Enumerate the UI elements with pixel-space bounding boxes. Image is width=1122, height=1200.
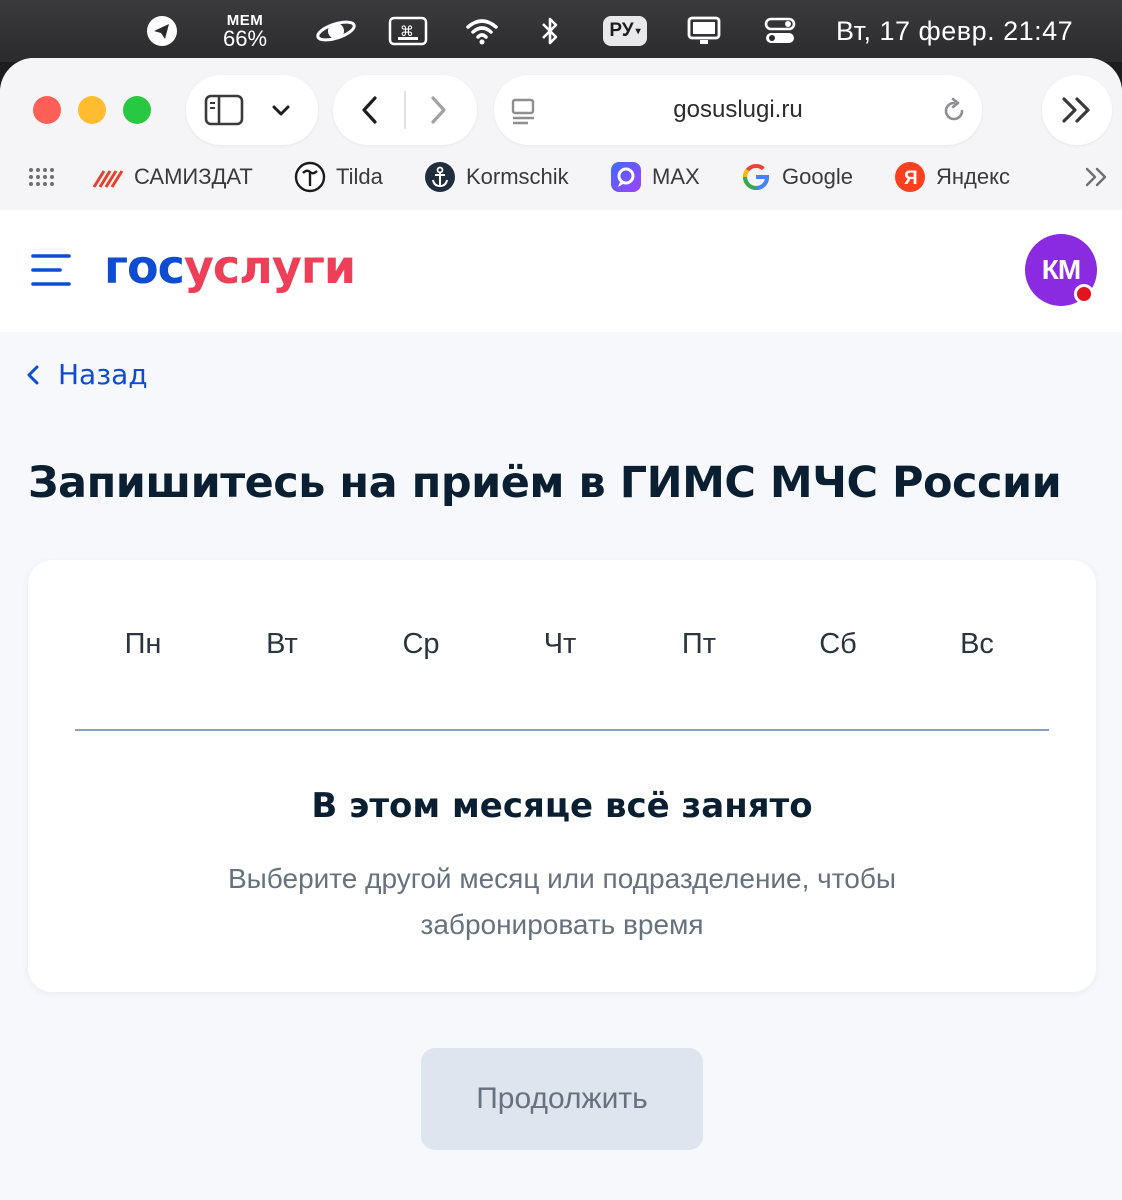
input-language-label: РУ [609, 20, 634, 41]
weekday-label: Вт [266, 628, 298, 660]
back-nav-icon[interactable] [357, 94, 383, 130]
bookmarks-overflow-icon[interactable] [1084, 154, 1112, 200]
address-bar[interactable]: gosuslugi.ru [494, 75, 982, 145]
weekday-label: Сб [819, 628, 857, 660]
telegram-icon[interactable] [140, 0, 184, 62]
google-icon [740, 161, 772, 193]
menubar-clock[interactable]: Вт, 17 февр. 21:47 [836, 0, 1092, 62]
url-text: gosuslugi.ru [673, 96, 803, 123]
back-link-label: Назад [58, 358, 148, 391]
bookmark-samizdat[interactable]: САМИЗДАТ [92, 154, 253, 200]
gosuslugi-logo[interactable]: госуслуги [104, 240, 356, 294]
bookmark-label: Яндекс [936, 164, 1010, 189]
browser-toolbar: gosuslugi.ru САМИЗДАТ Tilda Kormschik MA… [0, 58, 1122, 210]
macos-menu-bar: MEM 66% ⌘ РУ ▾ Вт, 17 февр. 21:47 [0, 0, 1122, 62]
bookmark-label: MAX [652, 164, 700, 189]
weekday-label: Пн [124, 628, 162, 660]
bookmark-label: Google [782, 164, 853, 189]
memory-value: 66% [222, 25, 268, 51]
empty-state-line: Выберите другой месяц или подразделение,… [227, 863, 897, 894]
weekday-label: Чт [543, 628, 577, 660]
calendar-card: Пн Вт Ср Чт Пт Сб Вс В этом месяце всё з… [28, 560, 1096, 992]
weekday-label: Ср [402, 628, 440, 660]
anchor-icon [424, 161, 456, 193]
wifi-icon[interactable] [460, 0, 504, 62]
continue-button[interactable]: Продолжить [421, 1048, 703, 1150]
reload-icon[interactable] [940, 97, 968, 129]
more-tools-button[interactable] [1042, 75, 1112, 145]
bookmark-label: Tilda [336, 164, 383, 189]
bookmark-google[interactable]: Google [740, 154, 853, 200]
bookmark-kormschik[interactable]: Kormschik [424, 154, 569, 200]
tilda-icon [294, 161, 326, 193]
command-key-icon[interactable]: ⌘ [386, 0, 430, 62]
weekday-label: Пт [681, 628, 717, 660]
web-page: госуслуги КМ Назад Запишитесь на приём в… [0, 210, 1122, 1200]
zoom-window-button[interactable] [123, 96, 151, 124]
double-chevron-icon [1060, 95, 1096, 129]
calendar-divider [75, 729, 1049, 731]
display-icon[interactable] [684, 0, 724, 62]
minimize-window-button[interactable] [78, 96, 106, 124]
chevron-left-icon [27, 365, 39, 384]
empty-state-description: Выберите другой месяц или подразделение,… [138, 856, 986, 948]
samizdat-icon [92, 161, 124, 193]
logo-part-gos: гос [104, 240, 185, 294]
navigation-group [333, 75, 477, 145]
chevron-down-icon[interactable] [270, 99, 292, 125]
avatar-initials: КМ [1041, 254, 1081, 285]
bookmark-label: САМИЗДАТ [134, 164, 253, 189]
bookmark-yandex[interactable]: Я Яндекс [894, 154, 1010, 200]
bookmarks-bar: САМИЗДАТ Tilda Kormschik MAX Google Я Ян… [0, 154, 1122, 204]
nav-divider [404, 91, 406, 129]
forward-nav-icon[interactable] [425, 94, 451, 130]
max-icon [610, 161, 642, 193]
sidebar-icon[interactable] [204, 94, 244, 130]
empty-state-line: забронировать время [420, 909, 704, 940]
bluetooth-icon[interactable] [530, 0, 570, 62]
back-link[interactable]: Назад [26, 358, 148, 391]
yandex-icon: Я [894, 161, 926, 193]
bookmark-tilda[interactable]: Tilda [294, 154, 383, 200]
browser-window: gosuslugi.ru САМИЗДАТ Tilda Kormschik MA… [0, 58, 1122, 1200]
notification-dot [1074, 284, 1094, 304]
input-language-indicator[interactable]: РУ ▾ [602, 0, 648, 62]
empty-state-title: В этом месяце всё занято [311, 786, 813, 826]
bookmark-max[interactable]: MAX [610, 154, 700, 200]
page-title: Запишитесь на приём в ГИМС МЧС России [28, 458, 1062, 508]
hamburger-menu-icon[interactable] [30, 252, 72, 292]
site-header: госуслуги КМ [0, 210, 1122, 332]
control-center-icon[interactable] [760, 0, 800, 62]
weekday-label: Вс [960, 628, 994, 660]
memory-indicator[interactable]: MEM 66% [216, 0, 274, 62]
sidebar-toggle-group [186, 75, 318, 145]
planet-icon[interactable] [312, 0, 360, 62]
bookmark-label: Kormschik [466, 164, 569, 189]
weekday-header: Пн Вт Ср Чт Пт Сб Вс [76, 628, 1048, 668]
svg-text:Я: Я [904, 168, 918, 189]
close-window-button[interactable] [33, 96, 61, 124]
apps-grid-icon[interactable] [28, 154, 54, 200]
logo-part-uslugi: услуги [183, 240, 356, 294]
